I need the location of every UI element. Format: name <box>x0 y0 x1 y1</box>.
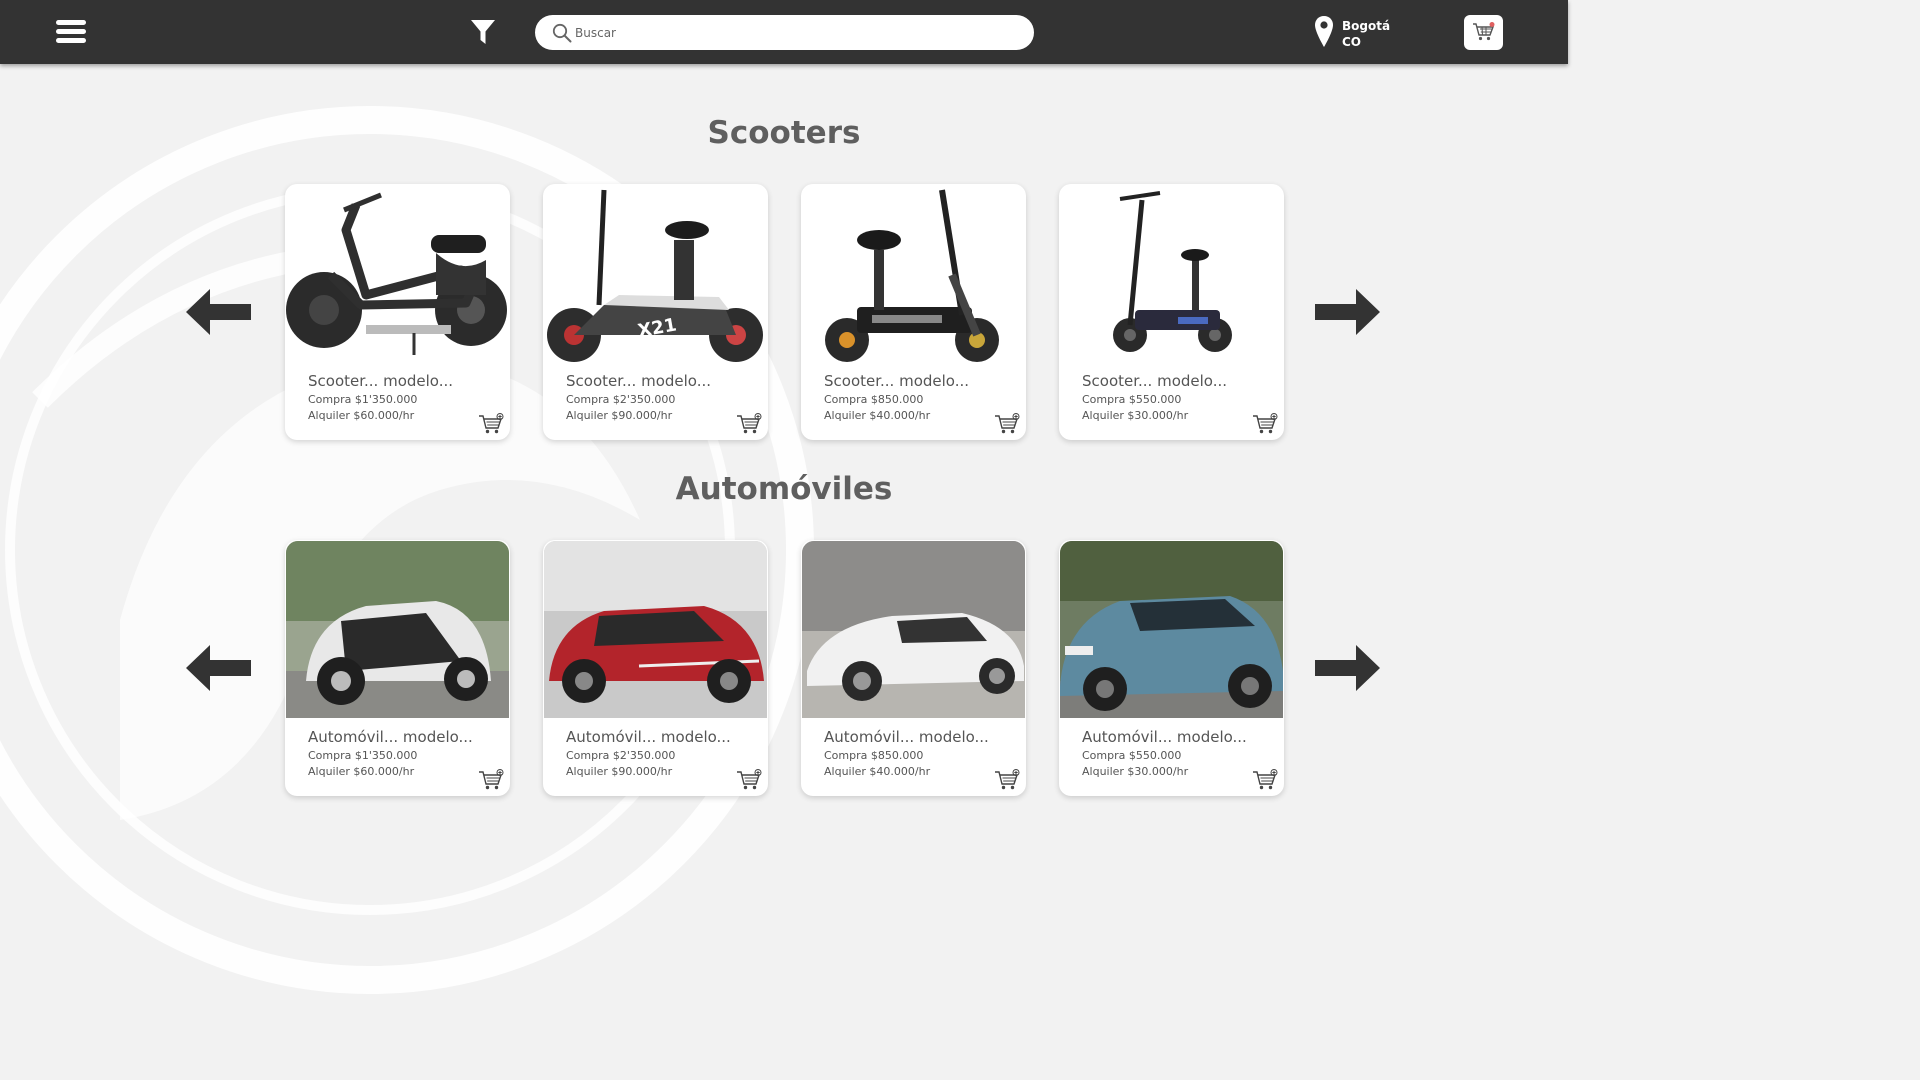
product-rent-price: Alquiler $90.000/hr <box>566 409 673 422</box>
search-input[interactable] <box>575 21 1015 45</box>
arrow-right-icon[interactable] <box>1314 644 1380 692</box>
product-rent-price: Alquiler $30.000/hr <box>1082 409 1189 422</box>
product-card[interactable]: Automóvil... modelo... Compra $550.000 A… <box>1059 540 1284 796</box>
add-to-cart-icon[interactable] <box>994 413 1020 435</box>
product-rent-price: Alquiler $40.000/hr <box>824 409 931 422</box>
product-name: Scooter... modelo... <box>824 372 970 390</box>
add-to-cart-icon[interactable] <box>994 769 1020 791</box>
product-rent-price: Alquiler $40.000/hr <box>824 765 931 778</box>
location-city: Bogotá <box>1342 19 1391 33</box>
product-card[interactable]: Scooter... modelo... Compra $850.000 Alq… <box>801 184 1026 440</box>
car-image-1 <box>286 541 509 718</box>
add-to-cart-icon[interactable] <box>736 769 762 791</box>
location-pin-icon <box>1315 16 1333 47</box>
car-image-4 <box>1060 541 1283 718</box>
product-name: Automóvil... modelo... <box>1082 728 1247 746</box>
product-card[interactable]: Scooter... modelo... Compra $1'350.000 A… <box>285 184 510 440</box>
search-bar <box>535 15 1034 50</box>
product-rent-price: Alquiler $90.000/hr <box>566 765 673 778</box>
product-card[interactable]: Automóvil... modelo... Compra $2'350.000… <box>543 540 768 796</box>
product-buy-price: Compra $850.000 <box>824 749 924 762</box>
arrow-right-icon[interactable] <box>1314 288 1380 336</box>
arrow-left-icon[interactable] <box>186 288 252 336</box>
product-name: Scooter... modelo... <box>566 372 712 390</box>
scooter-image-2: X21 <box>544 185 767 362</box>
product-name: Scooter... modelo... <box>1082 372 1228 390</box>
arrow-left-icon[interactable] <box>186 644 252 692</box>
product-rent-price: Alquiler $30.000/hr <box>1082 765 1189 778</box>
product-buy-price: Compra $2'350.000 <box>566 749 676 762</box>
product-card[interactable]: Scooter... modelo... Compra $550.000 Alq… <box>1059 184 1284 440</box>
section-title-automoviles: Automóviles <box>675 471 893 507</box>
product-rent-price: Alquiler $60.000/hr <box>308 409 415 422</box>
product-card[interactable]: Automóvil... modelo... Compra $1'350.000… <box>285 540 510 796</box>
product-buy-price: Compra $1'350.000 <box>308 393 418 406</box>
scooter-image-4 <box>1060 185 1283 362</box>
top-navigation-bar: Bogotá CO <box>0 0 1568 64</box>
section-title-scooters: Scooters <box>707 115 861 151</box>
cart-button[interactable] <box>1464 15 1503 50</box>
car-image-2 <box>544 541 767 718</box>
location-selector[interactable]: Bogotá CO <box>1314 15 1434 51</box>
shopping-cart-icon <box>1473 22 1495 41</box>
product-name: Automóvil... modelo... <box>308 728 473 746</box>
product-card[interactable]: X21 Scooter... modelo... Compra $2'350.0… <box>543 184 768 440</box>
add-to-cart-icon[interactable] <box>1252 413 1278 435</box>
product-name: Automóvil... modelo... <box>566 728 731 746</box>
filter-icon[interactable] <box>470 18 496 46</box>
add-to-cart-icon[interactable] <box>478 413 504 435</box>
menu-icon[interactable] <box>56 20 86 44</box>
search-icon <box>552 23 572 43</box>
add-to-cart-icon[interactable] <box>736 413 762 435</box>
product-name: Automóvil... modelo... <box>824 728 989 746</box>
car-image-3 <box>802 541 1025 718</box>
product-buy-price: Compra $550.000 <box>1082 393 1182 406</box>
scooter-image-1 <box>286 185 509 362</box>
add-to-cart-icon[interactable] <box>478 769 504 791</box>
product-name: Scooter... modelo... <box>308 372 454 390</box>
product-buy-price: Compra $2'350.000 <box>566 393 676 406</box>
product-buy-price: Compra $850.000 <box>824 393 924 406</box>
scooter-image-3 <box>802 185 1025 362</box>
add-to-cart-icon[interactable] <box>1252 769 1278 791</box>
product-card[interactable]: Automóvil... modelo... Compra $850.000 A… <box>801 540 1026 796</box>
product-buy-price: Compra $1'350.000 <box>308 749 418 762</box>
product-rent-price: Alquiler $60.000/hr <box>308 765 415 778</box>
product-buy-price: Compra $550.000 <box>1082 749 1182 762</box>
location-country: CO <box>1342 35 1362 49</box>
